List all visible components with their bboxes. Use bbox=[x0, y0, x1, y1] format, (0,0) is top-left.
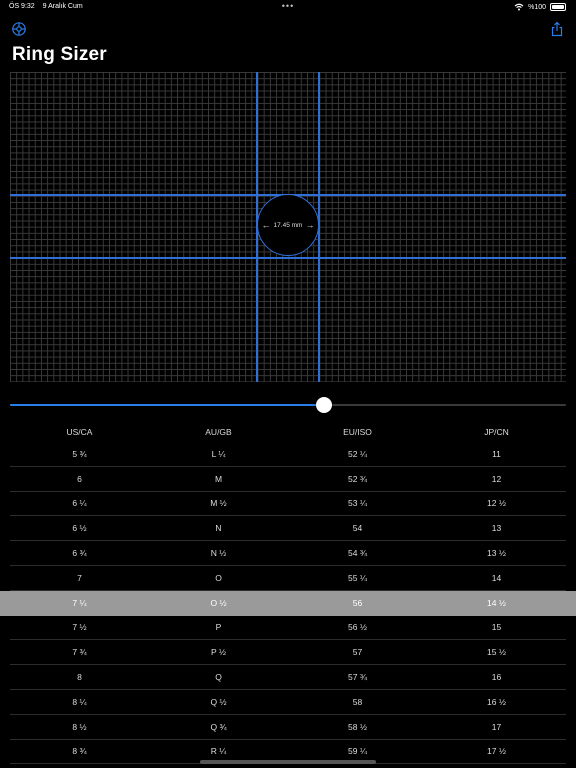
table-cell: 14 bbox=[491, 572, 502, 583]
table-cell: 8 ½ bbox=[72, 721, 87, 732]
column-header-jp-cn: JP/CN bbox=[484, 427, 509, 437]
ring-diameter-label: 17.45 mm bbox=[273, 221, 303, 229]
table-cell: P ½ bbox=[211, 647, 226, 658]
table-row[interactable]: 6 ½ N 54 13 bbox=[10, 516, 566, 542]
multitasking-dots[interactable]: ••• bbox=[282, 1, 294, 11]
table-row[interactable]: 7 ¾ P ½ 57 15 ½ bbox=[10, 640, 566, 666]
table-cell: 16 ½ bbox=[487, 696, 506, 707]
home-indicator[interactable] bbox=[200, 760, 376, 764]
table-cell: 13 bbox=[491, 523, 502, 534]
table-cell: 6 ¼ bbox=[72, 498, 87, 509]
ring-circle: ← 17.45 mm → bbox=[257, 194, 319, 256]
table-cell: 54 bbox=[352, 523, 363, 534]
table-cell: L ¼ bbox=[211, 448, 226, 459]
table-cell: 6 ½ bbox=[72, 523, 87, 534]
table-row[interactable]: 7 ½ P 56 ½ 15 bbox=[10, 616, 566, 641]
share-button[interactable] bbox=[548, 20, 566, 38]
size-table: US/CA AU/GB EU/ISO JP/CN 5 ¾L ¼ 52 ¼ 11 6 M 5… bbox=[0, 422, 576, 765]
guide-line-bottom bbox=[10, 257, 566, 259]
table-cell: 8 ¾ bbox=[72, 746, 87, 757]
table-cell: 59 ¼ bbox=[348, 746, 367, 757]
table-cell: 15 bbox=[491, 622, 502, 633]
table-cell: R ¼ bbox=[210, 746, 227, 757]
table-cell: 16 bbox=[491, 672, 502, 683]
table-cell: 12 ½ bbox=[487, 498, 506, 509]
table-cell: 58 bbox=[352, 696, 363, 707]
table-cell: 17 ½ bbox=[487, 746, 506, 757]
status-left: ÖS 9:32 9 Aralık Cum bbox=[9, 3, 89, 10]
table-cell: 17 bbox=[491, 721, 502, 732]
table-cell: N ½ bbox=[210, 548, 227, 559]
column-header-au-gb: AU/GB bbox=[205, 427, 232, 437]
table-cell: 56 ½ bbox=[348, 622, 367, 633]
wifi-icon bbox=[514, 3, 524, 11]
size-slider[interactable] bbox=[10, 396, 566, 414]
settings-button[interactable] bbox=[10, 20, 28, 38]
slider-thumb[interactable] bbox=[316, 397, 332, 413]
table-cell: 52 ¼ bbox=[348, 448, 367, 459]
table-row[interactable]: 8 Q 57 ¾ 16 bbox=[10, 665, 566, 690]
table-cell: 7 bbox=[77, 572, 82, 583]
column-header-eu-iso: EU/ISO bbox=[343, 427, 372, 437]
table-cell: P bbox=[215, 622, 222, 633]
table-cell: 8 ¼ bbox=[72, 696, 87, 707]
table-cell: 56 bbox=[352, 597, 363, 608]
table-cell: 7 ¾ bbox=[72, 647, 87, 658]
table-cell: 54 ¾ bbox=[348, 548, 367, 559]
table-cell: 6 bbox=[77, 473, 82, 484]
table-cell: 6 ¾ bbox=[72, 548, 87, 559]
table-cell: 13 ½ bbox=[487, 548, 506, 559]
arrow-left-icon: ← bbox=[261, 219, 271, 230]
status-time: ÖS 9:32 bbox=[9, 3, 35, 10]
table-row[interactable]: 8 ¼ Q ½ 58 16 ½ bbox=[10, 690, 566, 715]
table-header: US/CA AU/GB EU/ISO JP/CN bbox=[10, 422, 566, 442]
table-cell: 7 ½ bbox=[72, 622, 87, 633]
table-cell: 12 bbox=[491, 473, 502, 484]
table-cell: 57 ¾ bbox=[348, 672, 367, 683]
gear-icon bbox=[12, 22, 26, 36]
table-cell: 5 ¾ bbox=[72, 448, 87, 459]
table-row[interactable]: 6 M 52 ¾ 12 bbox=[10, 467, 566, 492]
table-cell: 55 ¼ bbox=[348, 572, 367, 583]
battery-icon bbox=[550, 3, 566, 11]
ring-measurement: ← 17.45 mm → bbox=[261, 219, 315, 230]
battery-percent: %100 bbox=[528, 3, 546, 11]
table-cell: O ½ bbox=[210, 597, 227, 608]
share-icon bbox=[551, 21, 563, 37]
table-row[interactable]: 8 ½ Q ¾ 58 ½ 17 bbox=[10, 715, 566, 740]
table-cell: Q bbox=[215, 672, 222, 683]
column-header-us-ca: US/CA bbox=[66, 427, 93, 437]
slider-fill bbox=[10, 404, 324, 406]
table-row-selected[interactable]: 7 ¼ O ½ 56 14 ½ bbox=[0, 590, 576, 616]
table-cell: 58 ½ bbox=[348, 721, 367, 732]
table-cell: 7 ¼ bbox=[72, 597, 87, 608]
table-cell: 8 bbox=[77, 672, 82, 683]
arrow-right-icon: → bbox=[305, 219, 315, 230]
table-cell: 53 ¼ bbox=[348, 498, 367, 509]
table-row[interactable]: 7 O 55 ¼ 14 bbox=[10, 566, 566, 591]
measurement-grid: ← 17.45 mm → bbox=[10, 72, 566, 382]
table-cell: 52 ¾ bbox=[348, 473, 367, 484]
status-right: %100 bbox=[514, 3, 566, 11]
table-cell: Q ¾ bbox=[210, 721, 227, 732]
table-cell: M bbox=[214, 473, 223, 484]
table-cell: 14 ½ bbox=[487, 597, 506, 608]
table-row[interactable]: 6 ¾ N ½ 54 ¾ 13 ½ bbox=[10, 541, 566, 566]
table-row[interactable]: 5 ¾ L ¼ 52 ¼ 11 bbox=[10, 442, 566, 467]
table-body: 5 ¾ L ¼ 52 ¼ 11 6 M 52 ¾ 12 6 ¼ M ½ 53 ¼ 12 ½ 6 ½ N 54… bbox=[0, 442, 576, 765]
table-cell: 57 bbox=[352, 647, 363, 658]
table-cell: 11 bbox=[492, 448, 501, 459]
page-title: Ring Sizer bbox=[12, 44, 107, 65]
status-bar: ÖS 9:32 9 Aralık Cum ••• %100 bbox=[0, 0, 576, 14]
status-date: 9 Aralık Cum bbox=[42, 3, 83, 10]
table-cell: N bbox=[215, 523, 222, 534]
table-row[interactable]: 6 ¼ M ½ 53 ¼ 12 ½ bbox=[10, 492, 566, 517]
table-cell: 15 ½ bbox=[487, 647, 506, 658]
table-cell: M ½ bbox=[210, 498, 227, 509]
table-cell: Q ½ bbox=[210, 696, 227, 707]
table-cell: O bbox=[215, 572, 222, 583]
